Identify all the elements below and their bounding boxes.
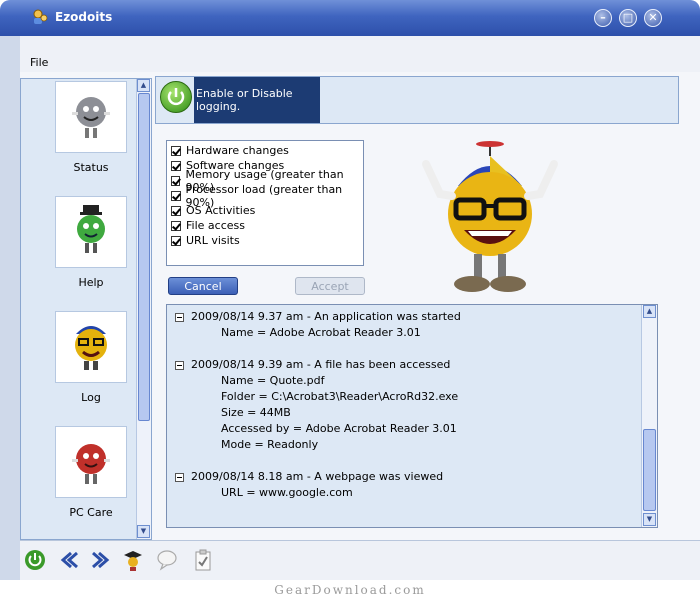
toolbar-graduate-button[interactable]	[120, 547, 146, 573]
log-detail: Name = Adobe Acrobat Reader 3.01	[221, 326, 421, 339]
maximize-icon: □	[622, 11, 634, 24]
menu-file[interactable]: File	[30, 56, 48, 69]
toolbar-forward-button[interactable]	[88, 547, 114, 573]
logging-bar: Enable or Disable logging.	[155, 76, 679, 124]
option-label: File access	[186, 219, 245, 232]
logging-toggle-button[interactable]	[160, 81, 192, 113]
app-window: Ezodoits – □ ✕ File Status Help Log PC C…	[0, 0, 700, 600]
log-detail: Size = 44MB	[221, 406, 291, 419]
power-icon	[167, 88, 185, 106]
app-icon	[33, 9, 48, 24]
speech-bubble-icon	[157, 550, 177, 571]
power-icon	[25, 550, 45, 570]
scroll-up-button[interactable]: ▲	[137, 79, 150, 92]
nav-panel: Status Help Log PC Care ▲ ▼	[20, 78, 152, 540]
minimize-icon: –	[600, 11, 606, 24]
log-smiley-icon	[75, 326, 107, 370]
checkbox[interactable]	[171, 145, 181, 156]
collapse-icon[interactable]	[175, 360, 184, 370]
nav-item-log[interactable]: Log	[41, 311, 141, 404]
status-smiley-icon	[72, 97, 110, 138]
help-smiley-icon	[77, 205, 105, 253]
log-detail: Mode = Readonly	[221, 438, 319, 451]
nav-item-help[interactable]: Help	[41, 196, 141, 289]
checkbox[interactable]	[171, 235, 181, 246]
checkbox[interactable]	[171, 175, 181, 186]
nav-label: Status	[73, 161, 109, 174]
log-scrollbar[interactable]: ▲ ▼	[641, 305, 657, 527]
collapse-icon[interactable]	[175, 472, 184, 482]
collapse-icon[interactable]	[175, 312, 184, 322]
log-header-text: 2009/08/14 8.18 am - A webpage was viewe…	[191, 470, 444, 483]
logging-banner: Enable or Disable logging.	[194, 77, 320, 123]
accept-button[interactable]: Accept	[295, 277, 365, 295]
option-file-access[interactable]: File access	[167, 218, 363, 233]
checkbox[interactable]	[171, 190, 181, 201]
log-detail: URL = www.google.com	[221, 486, 353, 499]
log-entry-header[interactable]: 2009/08/14 9.39 am - A file has been acc…	[167, 357, 641, 373]
menu-bar: File	[20, 36, 700, 72]
nav-label: Help	[78, 276, 104, 289]
option-hardware-changes[interactable]: Hardware changes	[167, 143, 363, 158]
log-header-text: 2009/08/14 9.39 am - A file has been acc…	[191, 358, 451, 371]
option-url-visits[interactable]: URL visits	[167, 233, 363, 248]
toolbar-power-button[interactable]	[22, 547, 48, 573]
nav-image-box	[55, 426, 127, 498]
nav-image-box	[55, 81, 127, 153]
bottom-toolbar	[20, 540, 700, 581]
nav-item-pc-care[interactable]: PC Care	[41, 426, 141, 519]
option-processor-load[interactable]: Processor load (greater than 90%)	[167, 183, 363, 209]
close-icon: ✕	[648, 11, 658, 24]
log-scroll-thumb[interactable]	[643, 429, 656, 511]
scroll-thumb[interactable]	[138, 93, 150, 421]
option-label: Hardware changes	[186, 144, 289, 157]
log-entry-header[interactable]: 2009/08/14 8.18 am - A webpage was viewe…	[167, 469, 641, 485]
log-scroll-up-button[interactable]: ▲	[643, 305, 656, 318]
window-title: Ezodoits	[55, 10, 113, 24]
toolbar-back-button[interactable]	[56, 547, 82, 573]
graduate-icon	[124, 551, 142, 571]
checkbox[interactable]	[171, 220, 181, 231]
pc-care-smiley-icon	[72, 444, 110, 484]
mascot-smiley-icon	[422, 141, 558, 292]
log-detail: Name = Quote.pdf	[221, 374, 325, 387]
checkbox[interactable]	[171, 160, 181, 171]
clipboard-check-icon	[195, 549, 211, 571]
back-icon	[60, 551, 78, 569]
maximize-button[interactable]: □	[619, 9, 637, 27]
toolbar-comment-button[interactable]	[154, 547, 180, 573]
title-bar[interactable]: Ezodoits – □ ✕	[0, 0, 700, 36]
option-label: URL visits	[186, 234, 240, 247]
activity-log: 2009/08/14 9.37 am - An application was …	[166, 304, 658, 528]
minimize-button[interactable]: –	[594, 9, 612, 27]
nav-image-box	[55, 311, 127, 383]
cancel-button[interactable]: Cancel	[168, 277, 238, 295]
forward-icon	[92, 551, 110, 569]
log-header-text: 2009/08/14 9.37 am - An application was …	[191, 310, 461, 323]
nav-item-status[interactable]: Status	[41, 81, 141, 174]
log-detail: Folder = C:\Acrobat3\Reader\AcroRd32.exe	[221, 390, 459, 403]
checkbox[interactable]	[171, 205, 181, 216]
log-scroll-down-button[interactable]: ▼	[643, 513, 656, 526]
log-detail: Accessed by = Adobe Acrobat Reader 3.01	[221, 422, 457, 435]
nav-label: Log	[81, 391, 101, 404]
log-entry-header[interactable]: 2009/08/14 9.37 am - An application was …	[167, 309, 641, 325]
toolbar-clipboard-button[interactable]	[190, 547, 216, 573]
client-area: Status Help Log PC Care ▲ ▼ Enable or Di…	[20, 72, 700, 580]
log-content: 2009/08/14 9.37 am - An application was …	[167, 305, 641, 527]
nav-scrollbar[interactable]: ▲ ▼	[136, 79, 151, 539]
nav-image-box	[55, 196, 127, 268]
option-label: OS Activities	[186, 204, 256, 217]
scroll-down-button[interactable]: ▼	[137, 525, 150, 538]
close-button[interactable]: ✕	[644, 9, 662, 27]
nav-label: PC Care	[69, 506, 113, 519]
options-list: Hardware changes Software changes Memory…	[166, 140, 364, 266]
watermark: GearDownload.com	[0, 580, 700, 600]
